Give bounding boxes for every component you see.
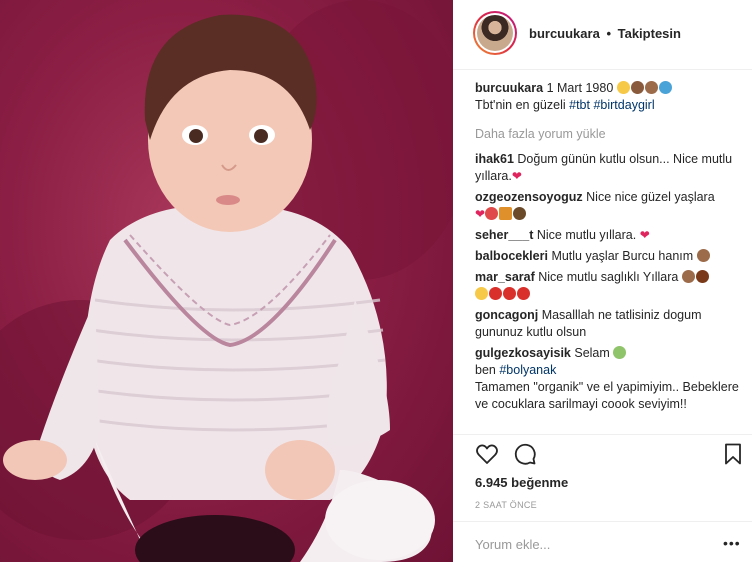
heart-emoji-icon: ❤ — [511, 169, 522, 183]
comment: ozgeozensoyoguz Nice nice güzel yaşlara … — [475, 189, 743, 223]
comment-username[interactable]: seher___t — [475, 228, 533, 242]
comments-list[interactable]: burcuukara 1 Mart 1980 Tbt'nin en güzeli… — [475, 80, 743, 434]
caption-line2: Tbt'nin en güzeli — [475, 98, 566, 112]
comment-text: Nice nice güzel yaşlara — [586, 190, 715, 204]
load-more-comments[interactable]: Daha fazla yorum yükle — [475, 126, 743, 143]
header-separator: • — [606, 26, 611, 41]
comment-icon[interactable] — [513, 442, 537, 466]
header-text: burcuukara • Takiptesin — [529, 26, 681, 41]
rose-icon — [517, 287, 530, 300]
post-header: burcuukara • Takiptesin — [453, 0, 752, 70]
comment-text: Mutlu yaşlar Burcu hanım — [551, 249, 694, 263]
divider — [453, 434, 752, 435]
add-comment-input[interactable]: Yorum ekle... — [475, 537, 550, 552]
comment-username[interactable]: ozgeozensoyoguz — [475, 190, 583, 204]
gift-icon — [499, 207, 513, 220]
comment: goncagonj Masalllah ne tatlisiniz dogum … — [475, 307, 743, 341]
comment-extra-post: Tamamen "organik" ve el yapimiyim.. Bebe… — [475, 380, 739, 411]
header-username[interactable]: burcuukara — [529, 26, 600, 41]
bouquet-icon — [695, 270, 709, 283]
comment: balbocekleri Mutlu yaşlar Burcu hanım — [475, 248, 743, 265]
more-options-icon[interactable]: ••• — [723, 535, 741, 551]
post-photo[interactable] — [0, 0, 453, 562]
comment-username[interactable]: goncagonj — [475, 308, 538, 322]
cake-icon — [696, 249, 710, 262]
cake-icon — [644, 81, 658, 94]
hashtag-tbt[interactable]: #tbt — [569, 98, 590, 112]
kiss-face-icon — [475, 287, 488, 300]
comment-extra-pre: ben — [475, 363, 496, 377]
follow-status[interactable]: Takiptesin — [618, 26, 681, 41]
baby-icon — [658, 81, 672, 94]
divider — [453, 521, 752, 522]
comments-panel: burcuukara • Takiptesin burcuukara 1 Mar… — [453, 0, 752, 562]
comment-text: Nice mutlu yıllara. — [536, 228, 637, 242]
smiling-face-icon — [616, 81, 630, 94]
comment-username[interactable]: ihak61 — [475, 152, 514, 166]
comment-username[interactable]: balbocekleri — [475, 249, 548, 263]
heart-icon[interactable] — [475, 442, 499, 466]
comment-username[interactable]: gulgezkosayisik — [475, 346, 571, 360]
baby-photo-illustration — [0, 0, 453, 562]
hashtag-bolyanak[interactable]: #bolyanak — [499, 363, 556, 377]
caption: burcuukara 1 Mart 1980 Tbt'nin en güzeli… — [475, 80, 743, 114]
heart-emoji-icon: ❤ — [639, 228, 650, 242]
girl-icon — [630, 81, 644, 94]
comment: seher___t Nice mutlu yıllara. ❤ — [475, 227, 743, 244]
instagram-post: burcuukara • Takiptesin burcuukara 1 Mar… — [0, 0, 752, 562]
baby-face-icon — [613, 346, 627, 359]
avatar-image — [477, 15, 513, 51]
caption-username[interactable]: burcuukara — [475, 81, 543, 95]
action-bar — [471, 442, 741, 470]
heart-emoji-icon: ❤ — [475, 207, 486, 221]
cake-icon — [681, 270, 695, 283]
rose-icon — [489, 287, 502, 300]
rose-icon — [503, 287, 516, 300]
balloon-icon — [485, 207, 499, 220]
bookmark-icon[interactable] — [721, 442, 745, 466]
caption-text: 1 Mart 1980 — [546, 81, 614, 95]
post-time[interactable]: 2 SAAT ÖNCE — [475, 500, 537, 510]
hashtag-birtdaygirl[interactable]: #birtdaygirl — [593, 98, 654, 112]
comment: gulgezkosayisik Selam ben #bolyanak Tama… — [475, 345, 743, 413]
likes-count[interactable]: 6.945 beğenme — [475, 475, 568, 490]
comment-username[interactable]: mar_saraf — [475, 270, 535, 284]
avatar-ring — [475, 13, 515, 53]
avatar[interactable] — [473, 11, 517, 55]
comment: mar_saraf Nice mutlu saglıklı Yıllara — [475, 269, 743, 303]
comment: ihak61 Doğum günün kutlu olsun... Nice m… — [475, 151, 743, 185]
party-icon — [513, 207, 527, 220]
comment-text: Nice mutlu saglıklı Yıllara — [538, 270, 679, 284]
comment-text: Selam — [574, 346, 610, 360]
